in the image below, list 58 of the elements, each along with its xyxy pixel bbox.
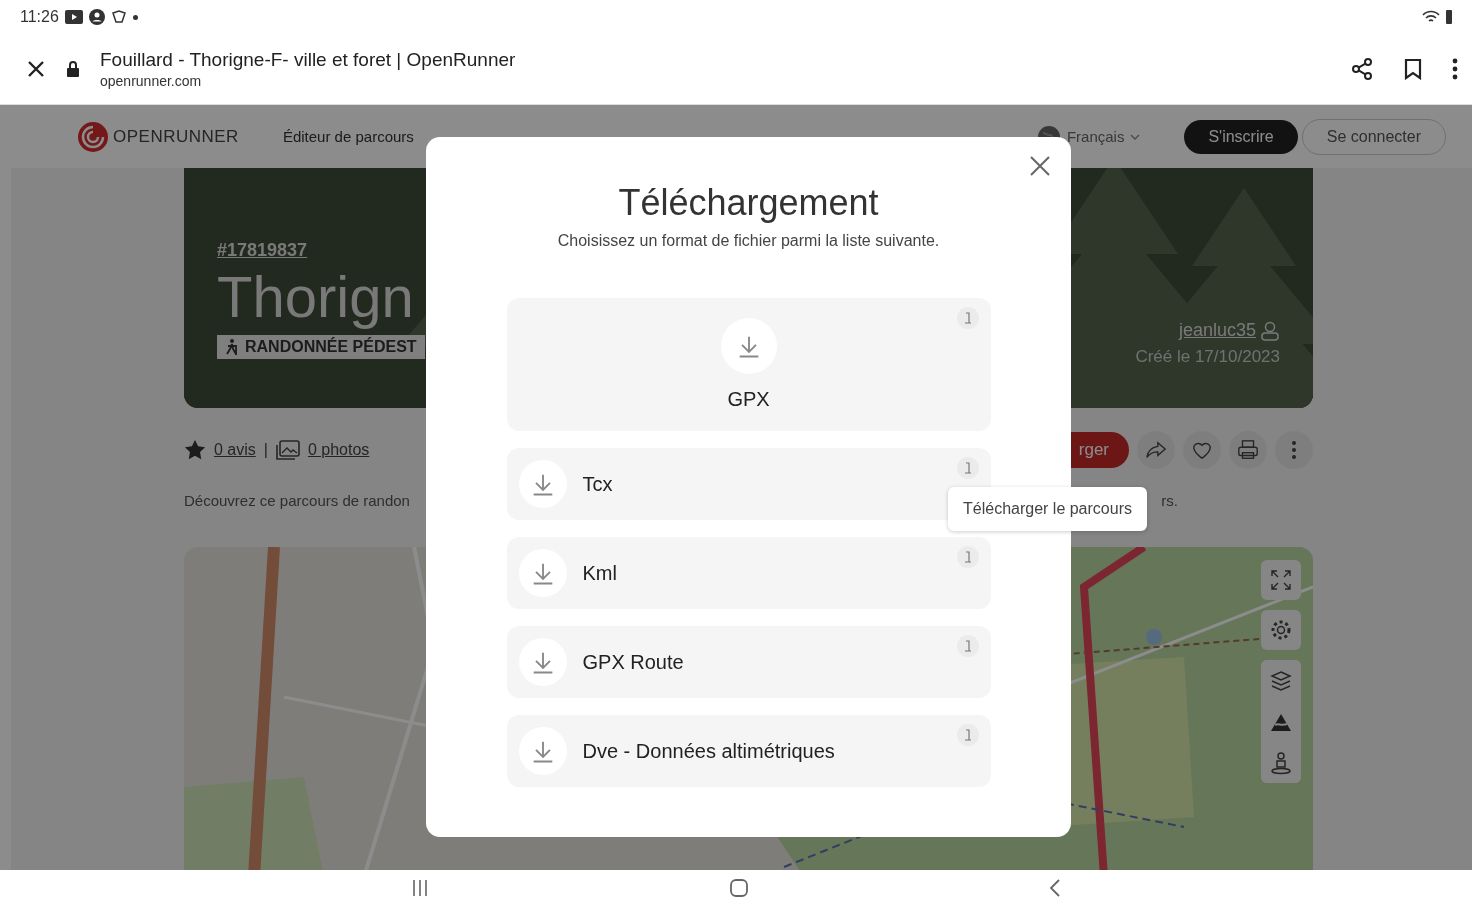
menu-icon[interactable]	[1452, 58, 1458, 80]
logo-icon	[77, 120, 109, 153]
separator: |	[263, 441, 268, 459]
author-link[interactable]: jeanluc35	[1178, 320, 1256, 341]
share-icon[interactable]	[1350, 57, 1374, 81]
layers-icon	[1269, 668, 1293, 693]
wifi-icon	[1422, 10, 1440, 24]
account-icon	[88, 9, 105, 25]
close-icon	[1029, 155, 1051, 177]
shield-icon	[110, 9, 127, 25]
activity-badge: RANDONNÉE PÉDEST	[217, 335, 425, 359]
user-icon	[1260, 320, 1280, 341]
share-arrow-icon	[1145, 439, 1167, 461]
person-pin-icon	[1269, 750, 1293, 775]
format-option[interactable]: GPX Route	[506, 626, 991, 698]
settings-icon	[1269, 618, 1293, 642]
dialog-title: Téléchargement	[618, 182, 879, 224]
page-url: openrunner.com	[100, 73, 203, 89]
reviews-link[interactable]: 0 avis	[214, 441, 256, 459]
star-icon	[184, 439, 206, 461]
login-button[interactable]: Se connecter	[1301, 118, 1446, 155]
lock-icon	[66, 61, 80, 77]
route-title: Thorign	[217, 263, 414, 331]
heart-button[interactable]	[1183, 431, 1221, 469]
close-icon[interactable]	[26, 59, 46, 79]
printer-button[interactable]	[1229, 431, 1267, 469]
format-option[interactable]: GPX	[506, 298, 991, 431]
nav-link[interactable]: Éditeur de parcours	[282, 128, 414, 145]
home-icon[interactable]	[729, 877, 749, 898]
settings-button[interactable]	[1261, 610, 1301, 650]
description-text: rs.	[1161, 492, 1178, 511]
hiker-icon	[225, 339, 239, 355]
chevron-icon	[1130, 133, 1141, 140]
fullscreen-icon	[1269, 568, 1293, 592]
signup-button[interactable]: S'inscrire	[1184, 119, 1298, 154]
format-option[interactable]: Kml	[506, 537, 991, 609]
brand-name: OPENRUNNER	[113, 126, 239, 147]
fullscreen-button[interactable]	[1261, 560, 1301, 600]
video-icon	[64, 10, 83, 24]
dot-icon	[132, 14, 138, 20]
share-arrow-button[interactable]	[1137, 431, 1175, 469]
more-icon	[1292, 441, 1296, 459]
page-title: Fouillard - Thorigne-F- ville et foret | OpenRunner	[100, 49, 517, 71]
format-option[interactable]: Dve - Données altimétriques	[506, 715, 991, 787]
battery-icon	[1446, 10, 1452, 24]
language-selector[interactable]: Français	[1066, 128, 1125, 145]
printer-icon	[1237, 439, 1259, 461]
tooltip: Télécharger le parcours	[948, 487, 1147, 531]
dialog-subtitle: Choisissez un format de fichier parmi la liste suivante.	[557, 232, 940, 250]
back-icon[interactable]	[1048, 877, 1063, 898]
created-date: Créé le 17/10/2023	[1135, 347, 1280, 367]
clock: 11:26	[20, 8, 59, 26]
bookmark-icon[interactable]	[1404, 58, 1422, 80]
more-button[interactable]	[1275, 431, 1313, 469]
photos-link[interactable]: 0 photos	[307, 441, 370, 459]
photos-icon	[275, 440, 300, 460]
description-text: Découvrez ce parcours de randon	[184, 492, 410, 511]
route-id[interactable]: #17819837	[217, 240, 308, 261]
